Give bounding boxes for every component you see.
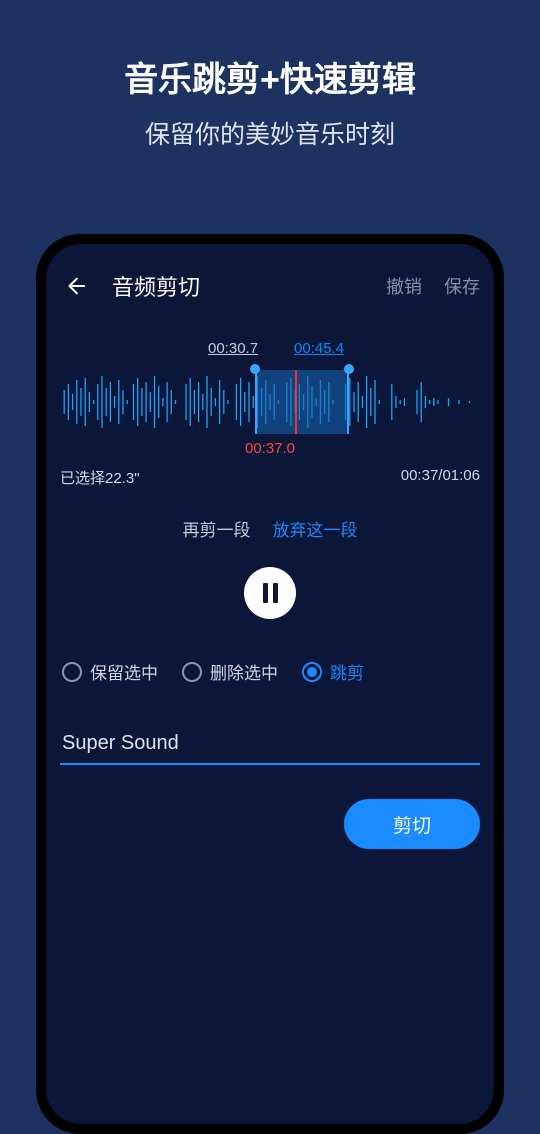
back-button[interactable]: [60, 271, 90, 301]
selection-time-row: 00:30.7 00:45.4: [60, 340, 480, 364]
app-screen: 音频剪切 撤销 保存 00:30.7 00:45.4: [46, 244, 494, 1124]
pause-icon: [273, 583, 278, 603]
cut-button[interactable]: 剪切: [344, 799, 480, 849]
pause-icon: [263, 583, 268, 603]
playhead[interactable]: [295, 370, 297, 434]
cut-again-button[interactable]: 再剪一段: [183, 516, 251, 541]
mode-delete-selected[interactable]: 删除选中: [182, 659, 278, 684]
discard-segment-button[interactable]: 放弃这一段: [273, 516, 358, 541]
arrow-left-icon: [64, 275, 86, 297]
selection-end-handle[interactable]: [344, 364, 354, 374]
mode-keep-selected[interactable]: 保留选中: [62, 659, 158, 684]
waveform[interactable]: [60, 370, 480, 434]
selected-duration: 已选择22.3": [60, 467, 140, 488]
radio-icon: [302, 662, 322, 682]
radio-label: 保留选中: [90, 659, 158, 684]
segment-actions: 再剪一段 放弃这一段: [60, 516, 480, 541]
phone-frame: 音频剪切 撤销 保存 00:30.7 00:45.4: [36, 234, 504, 1134]
selection-start-time[interactable]: 00:30.7: [208, 340, 258, 357]
filename-input[interactable]: [60, 728, 480, 765]
undo-button[interactable]: 撤销: [386, 273, 422, 299]
page-title: 音频剪切: [112, 270, 364, 302]
selection-start-handle[interactable]: [250, 364, 260, 374]
play-pause-button[interactable]: [244, 567, 296, 619]
mode-skip-cut[interactable]: 跳剪: [302, 659, 364, 684]
radio-icon: [62, 662, 82, 682]
hero-title: 音乐跳剪+快速剪辑: [0, 52, 540, 101]
mode-radio-group: 保留选中 删除选中 跳剪: [60, 659, 480, 684]
radio-label: 删除选中: [210, 659, 278, 684]
top-bar: 音频剪切 撤销 保存: [60, 266, 480, 306]
selection-overlay[interactable]: [255, 370, 349, 434]
save-button[interactable]: 保存: [444, 273, 480, 299]
status-row: 已选择22.3" 00:37/01:06: [60, 467, 480, 488]
radio-label: 跳剪: [330, 659, 364, 684]
time-position: 00:37/01:06: [401, 467, 480, 488]
selection-end-time[interactable]: 00:45.4: [294, 340, 344, 357]
radio-icon: [182, 662, 202, 682]
hero-subtitle: 保留你的美妙音乐时刻: [0, 115, 540, 151]
playhead-time: 00:37.0: [60, 440, 480, 457]
